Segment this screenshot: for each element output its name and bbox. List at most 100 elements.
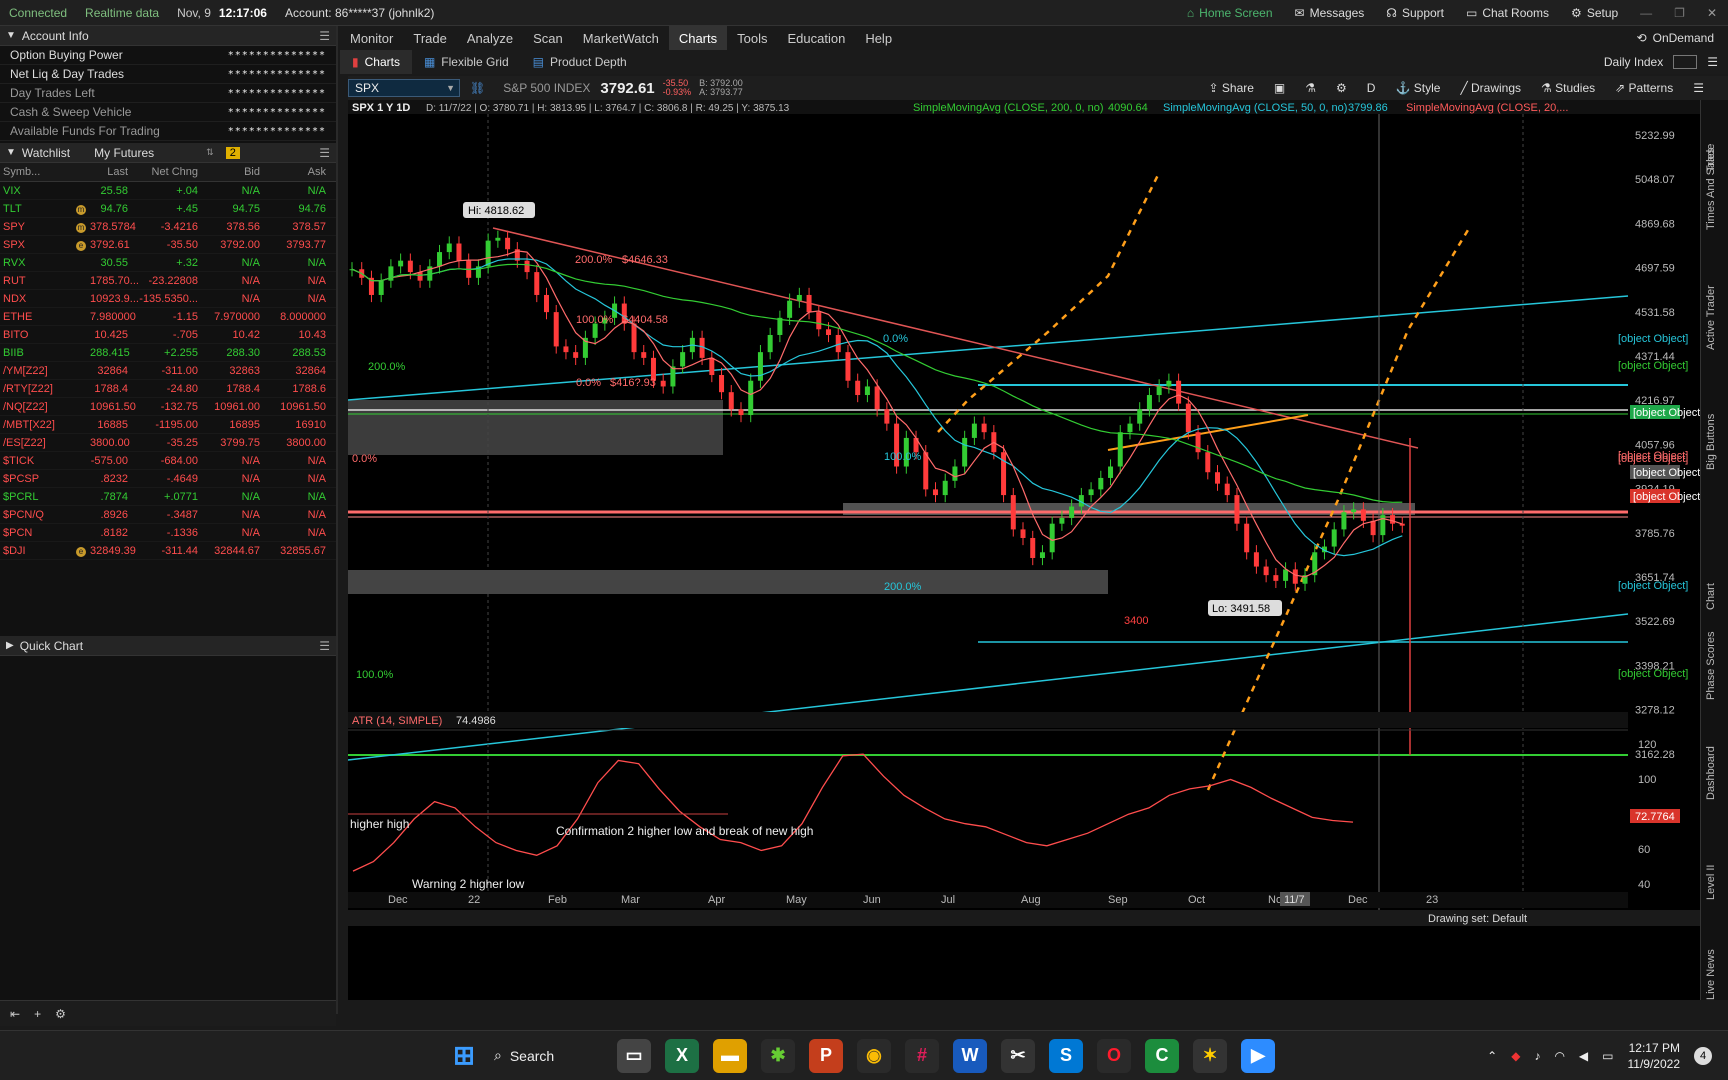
watchlist-row[interactable]: BITO 10.425 -.705 10.42 10.43 (0, 326, 336, 344)
file-explorer-icon[interactable]: ▬ (713, 1038, 747, 1073)
vtab-phase-scores[interactable]: Phase Scores (1705, 632, 1717, 700)
watchlist-row[interactable]: $DJI e 32849.39 -311.44 32844.67 32855.67 (0, 542, 336, 560)
watchlist-row[interactable]: /YM[Z22] 32864 -311.00 32863 32864 (0, 362, 336, 380)
watchlist-row[interactable]: SPY m 378.5784 -3.4216 378.56 378.57 (0, 218, 336, 236)
microphone-icon[interactable]: ♪ (1534, 1049, 1540, 1063)
watchlist-row[interactable]: $PCN .8182 -.1336 N/A N/A (0, 524, 336, 542)
watchlist-row[interactable]: BIIB 288.415 +2.255 288.30 288.53 (0, 344, 336, 362)
menu-item-tools[interactable]: Tools (727, 26, 777, 50)
tab-flexible-grid[interactable]: ▦ Flexible Grid (412, 50, 521, 74)
vtab-dashboard[interactable]: Dashboard (1705, 746, 1717, 800)
menu-item-education[interactable]: Education (777, 26, 855, 50)
notification-icon[interactable]: 4 (1694, 1046, 1712, 1065)
watchlist-row[interactable]: VIX 25.58 +.04 N/A N/A (0, 182, 336, 200)
menu-item-monitor[interactable]: Monitor (340, 26, 403, 50)
flask-icon[interactable]: ⚗ (1305, 81, 1316, 95)
watchlist-row[interactable]: /MBT[X22] 16885 -1195.00 16895 16910 (0, 416, 336, 434)
hamburger-menu-icon[interactable]: ☰ (1707, 55, 1718, 69)
menu-item-help[interactable]: Help (855, 26, 902, 50)
watchlist-header[interactable]: ▼ Watchlist My Futures ⇅ 2 ☰ (0, 143, 336, 163)
snapshot-icon[interactable]: ▣ (1274, 81, 1285, 95)
powerpoint-icon[interactable]: P (809, 1038, 843, 1073)
camtasia-icon[interactable]: C (1145, 1038, 1179, 1073)
daily-index-toggle[interactable] (1673, 55, 1698, 69)
watchlist-row[interactable]: $PCRL .7874 +.0771 N/A N/A (0, 488, 336, 506)
hamburger-menu-icon[interactable]: ☰ (319, 639, 330, 653)
account-label[interactable]: Account: 86*****37 (johnlk2) (276, 6, 443, 20)
menu-item-analyze[interactable]: Analyze (457, 26, 523, 50)
gear-icon[interactable]: ⚙ (1336, 81, 1347, 95)
home-screen-button[interactable]: ⌂ Home Screen (1176, 6, 1284, 20)
hamburger-menu-icon[interactable]: ☰ (319, 146, 330, 160)
tab-charts[interactable]: ▮ Charts (340, 50, 412, 74)
zoom-icon[interactable]: ▶ (1241, 1038, 1275, 1073)
wifi-icon[interactable]: ◠ (1554, 1049, 1564, 1063)
vtab-active-trader[interactable]: Active Trader (1705, 285, 1717, 350)
gear-icon[interactable]: ⚙ (55, 1007, 66, 1021)
period-button[interactable]: D (1367, 81, 1376, 95)
slack-icon[interactable]: # (905, 1038, 939, 1073)
taskbar-clock[interactable]: 12:17 PM 11/9/2022 (1628, 1040, 1681, 1072)
account-row[interactable]: Net Liq & Day Trades ************** (0, 65, 336, 84)
patterns-button[interactable]: ⇗ Patterns (1615, 81, 1673, 95)
watchlist-row[interactable]: NDX 10923.9... -135.5350... N/A N/A (0, 290, 336, 308)
chrome-icon[interactable]: ◉ (857, 1038, 891, 1073)
menu-item-marketwatch[interactable]: MarketWatch (573, 26, 669, 50)
support-button[interactable]: ☊ Support (1375, 6, 1455, 20)
watchlist-row[interactable]: ETHE 7.980000 -1.15 7.970000 8.000000 (0, 308, 336, 326)
watchlist-row[interactable]: /ES[Z22] 3800.00 -35.25 3799.75 3800.00 (0, 434, 336, 452)
add-gadget-icon[interactable]: + (34, 1007, 41, 1021)
minimize-button[interactable]: — (1629, 6, 1663, 20)
opera-icon[interactable]: O (1097, 1038, 1131, 1073)
quick-chart-header[interactable]: ▶ Quick Chart ☰ (0, 636, 336, 656)
task-view-icon[interactable]: ▭ (617, 1038, 651, 1073)
style-button[interactable]: ⚓ Style (1395, 81, 1440, 95)
battery-icon[interactable]: ▭ (1602, 1049, 1613, 1063)
watchlist-row[interactable]: RVX 30.55 +.32 N/A N/A (0, 254, 336, 272)
app-icon[interactable]: ✶ (1193, 1038, 1227, 1073)
daily-index-label[interactable]: Daily Index (1604, 55, 1663, 69)
close-button[interactable]: ✕ (1696, 6, 1728, 20)
link-icon[interactable]: ⛓ (470, 81, 485, 95)
windows-start-icon[interactable]: ⊞ (447, 1039, 481, 1073)
watchlist-name-select[interactable]: My Futures (94, 146, 154, 160)
word-icon[interactable]: W (953, 1038, 987, 1073)
snipping-tool-icon[interactable]: ✂ (1001, 1038, 1035, 1073)
tab-product-depth[interactable]: ▤ Product Depth (521, 50, 639, 74)
studies-button[interactable]: ⚗ Studies (1541, 81, 1595, 95)
col-symbol[interactable]: Symb... (0, 166, 72, 178)
thinkorswim-icon[interactable]: ✱ (761, 1038, 795, 1073)
vtab-level-ii[interactable]: Level II (1705, 865, 1717, 900)
symbol-input[interactable]: SPX ▼ (348, 79, 460, 97)
col-net-change[interactable]: Net Chng (132, 166, 202, 178)
hamburger-menu-icon[interactable]: ☰ (319, 29, 330, 43)
drawings-button[interactable]: ╱ Drawings (1460, 81, 1521, 95)
watchlist-row[interactable]: $PCSP .8232 -.4649 N/A N/A (0, 470, 336, 488)
link-group-badge[interactable]: 2 (225, 146, 240, 159)
chevron-down-icon[interactable]: ▼ (446, 83, 459, 93)
excel-icon[interactable]: X (665, 1038, 699, 1073)
watchlist-row[interactable]: /RTY[Z22] 1788.4 -24.80 1788.4 1788.6 (0, 380, 336, 398)
col-ask[interactable]: Ask (264, 166, 332, 178)
sort-arrows-icon[interactable]: ⇅ (206, 147, 214, 158)
watchlist-row[interactable]: RUT 1785.70... -23.22808 N/A N/A (0, 272, 336, 290)
messages-button[interactable]: ✉ Messages (1284, 6, 1376, 20)
taskbar-search[interactable]: ⌕ Search (494, 1039, 604, 1073)
skype-icon[interactable]: S (1049, 1038, 1083, 1073)
watchlist-row[interactable]: TLT m 94.76 +.45 94.75 94.76 (0, 200, 336, 218)
account-info-header[interactable]: ▼ Account Info ☰ (0, 26, 336, 46)
setup-button[interactable]: ⚙ Setup (1560, 6, 1629, 20)
col-bid[interactable]: Bid (202, 166, 264, 178)
vtab-times-and-sales[interactable]: Times And Sales (1705, 148, 1717, 230)
col-last[interactable]: Last (90, 166, 132, 178)
price-chart[interactable]: SPX 1 Y 1D D: 11/7/22 | O: 3780.71 | H: 3… (347, 100, 1703, 1000)
account-row[interactable]: Day Trades Left ************** (0, 84, 336, 103)
vtab-live-news[interactable]: Live News (1705, 949, 1717, 1000)
chat-rooms-button[interactable]: ▭ Chat Rooms (1455, 6, 1560, 20)
watchlist-row[interactable]: /NQ[Z22] 10961.50 -132.75 10961.00 10961.50 (0, 398, 336, 416)
account-row[interactable]: Available Funds For Trading *************… (0, 122, 336, 141)
speaker-icon[interactable]: ◀ (1579, 1049, 1588, 1063)
watchlist-row[interactable]: SPX e 3792.61 -35.50 3792.00 3793.77 (0, 236, 336, 254)
restore-button[interactable]: ❐ (1663, 6, 1696, 20)
tray-app-icon[interactable]: ◆ (1511, 1049, 1520, 1063)
